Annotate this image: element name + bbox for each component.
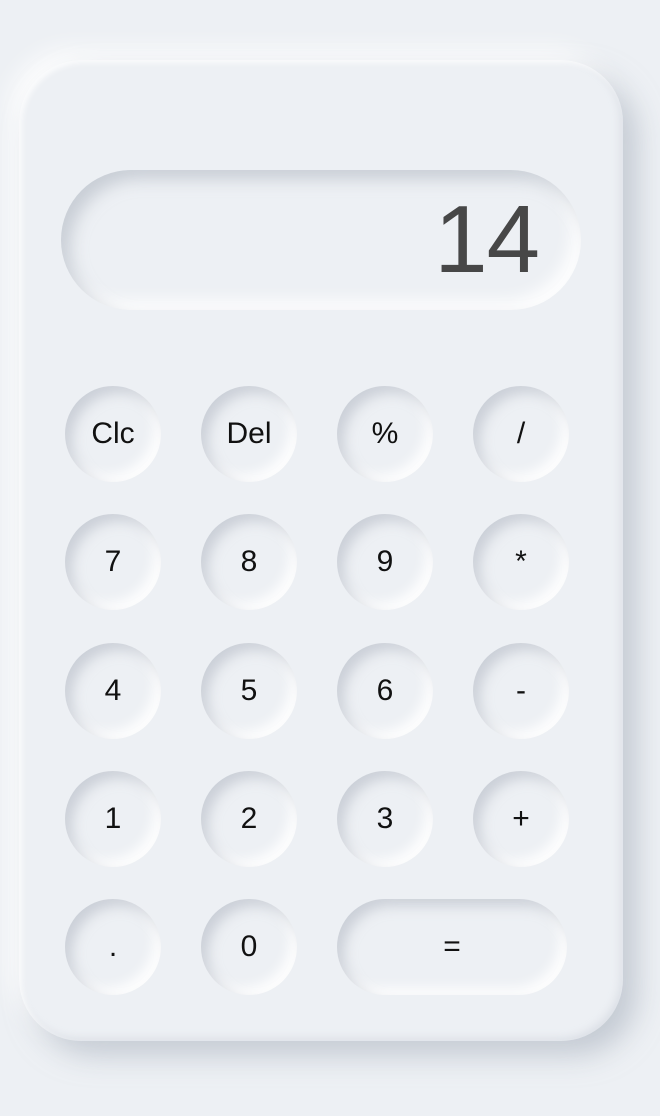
divide-button[interactable]: / [473, 386, 569, 482]
digit-6-button[interactable]: 6 [337, 643, 433, 739]
equals-button[interactable]: = [337, 899, 567, 995]
digit-0-button[interactable]: 0 [201, 899, 297, 995]
digit-7-button[interactable]: 7 [65, 514, 161, 610]
calculator-body: 14 Clc Del % / 7 8 9 * 4 5 6 - 1 2 3 + .… [19, 60, 623, 1041]
percent-button[interactable]: % [337, 386, 433, 482]
add-button[interactable]: + [473, 771, 569, 867]
multiply-button[interactable]: * [473, 514, 569, 610]
digit-8-button[interactable]: 8 [201, 514, 297, 610]
digit-2-button[interactable]: 2 [201, 771, 297, 867]
digit-3-button[interactable]: 3 [337, 771, 433, 867]
calculator-display: 14 [61, 170, 581, 310]
subtract-button[interactable]: - [473, 643, 569, 739]
digit-9-button[interactable]: 9 [337, 514, 433, 610]
delete-button[interactable]: Del [201, 386, 297, 482]
digit-4-button[interactable]: 4 [65, 643, 161, 739]
clear-button[interactable]: Clc [65, 386, 161, 482]
decimal-button[interactable]: . [65, 899, 161, 995]
digit-5-button[interactable]: 5 [201, 643, 297, 739]
display-value: 14 [434, 186, 540, 293]
digit-1-button[interactable]: 1 [65, 771, 161, 867]
